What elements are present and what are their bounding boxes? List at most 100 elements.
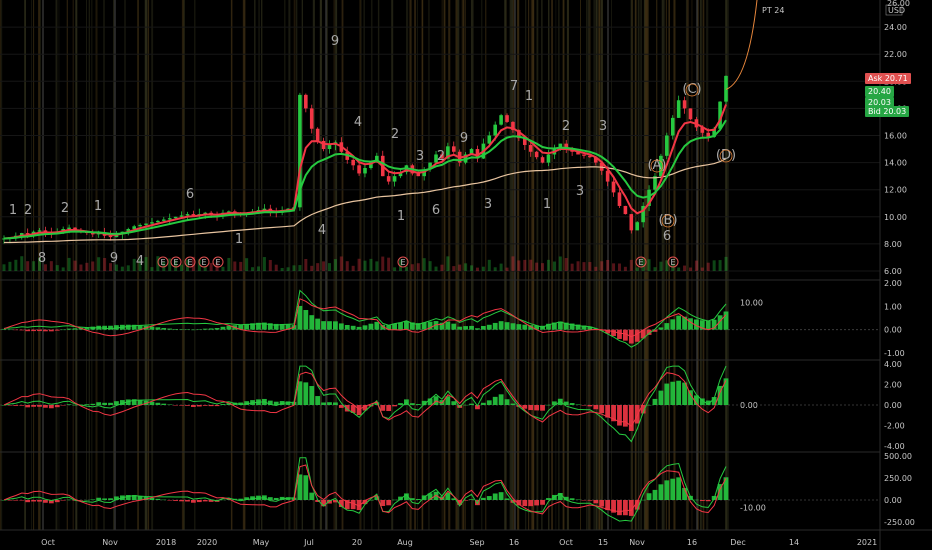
osc-bar [19,329,25,331]
osc-bar [398,403,403,405]
time-tick: 16 [509,538,519,547]
osc-bar [273,497,279,500]
osc-bar [492,396,498,405]
chart-canvas[interactable]: PT 24 (C)(A)(B)(D)9423 2912 31 2 2 1641 6 3 1368… [0,0,932,550]
osc-bar [31,329,36,332]
candle-body [351,159,355,166]
osc-bar [315,396,321,405]
candle-body [185,214,190,216]
osc-bar [463,404,469,406]
earnings-marker-label: E [400,258,405,267]
volume-bar [588,262,592,271]
wave-label: 2 [437,149,445,164]
volume-bar [126,265,130,271]
volume-bar [529,259,533,271]
volume-bar [546,259,550,271]
osc-bar [208,328,214,330]
osc-bar [161,327,167,330]
osc-bar [60,405,66,406]
stripe [686,0,689,530]
osc-bar [190,405,196,407]
volume-bar [694,260,698,271]
osc-bar [593,405,599,410]
osc-bar [534,405,540,411]
volume-bar [268,259,272,271]
stripe [580,0,581,530]
osc-tick: 2.00 [884,381,902,390]
osc-bar [457,326,463,330]
osc-bar [185,405,190,406]
volume-bar [85,262,89,271]
osc-bar [7,500,13,501]
candle-body [138,224,142,227]
osc-bar [628,405,634,431]
osc-bar [528,500,534,507]
osc-tick: 250.00 [884,474,912,483]
volume-bar [49,261,53,271]
wave-label: 6 [432,203,440,218]
osc-bar [214,328,220,330]
osc-tick: 0.00 [884,496,902,505]
osc-bar [84,404,90,405]
stripe [88,0,90,530]
osc-tick: 1.00 [884,302,902,311]
osc-bar [66,404,72,405]
osc-bar [190,329,196,331]
osc-bar [161,403,167,405]
wave-label: 2 [61,201,69,216]
volume-bar [2,264,6,271]
volume-bar [26,261,30,271]
volume-bar [256,266,260,271]
osc-tick: -250.00 [884,518,915,527]
stripe [0,0,2,530]
volume-bar [97,257,101,271]
osc-bar [327,402,332,405]
osc-bar [220,404,226,405]
candle-body [67,227,71,229]
volume-bar [505,267,509,271]
osc-bar [321,321,326,330]
osc-bar [392,405,397,407]
volume-bar [499,263,503,271]
osc-bar [309,315,315,330]
candle-body [173,216,178,219]
volume-bar [511,256,515,271]
volume-bar [481,266,485,271]
wave-label: 3 [576,184,584,199]
osc-tick-inner: 0.00 [740,401,758,410]
volume-bar [487,259,491,271]
volume-bar [363,260,367,271]
osc-bar [202,405,208,406]
volume-bar [381,256,385,271]
price-badge: Ask 20.71 [865,73,911,84]
volume-bar [245,258,249,271]
candle-body [582,154,586,156]
osc-bar [25,329,31,332]
osc-bar [7,405,13,406]
osc-bar [13,405,19,406]
osc-bar [220,326,226,330]
time-tick: Nov [102,538,118,547]
volume-bar [292,265,296,271]
osc-bar [333,321,338,330]
osc-bar [522,500,528,506]
osc-bar [486,400,492,405]
volume-bar [61,267,65,271]
time-tick: Aug [397,538,413,547]
osc-tick: 500.00 [884,452,912,461]
stripe [319,0,322,530]
wave-label: 4 [136,254,144,269]
price-badge: 20.40 [865,86,894,97]
earnings-marker-label: E [160,258,165,267]
osc-bar [510,403,516,405]
osc-bar [179,329,184,330]
osc-bar [480,325,486,330]
osc-bar [480,497,486,500]
osc-bar [646,493,652,500]
osc-bar [723,311,729,330]
osc-bar [338,323,344,330]
price-tick: 12.00 [884,186,907,195]
osc-bar [102,402,108,405]
osc-bar [451,401,457,405]
volume-bar [404,267,408,271]
